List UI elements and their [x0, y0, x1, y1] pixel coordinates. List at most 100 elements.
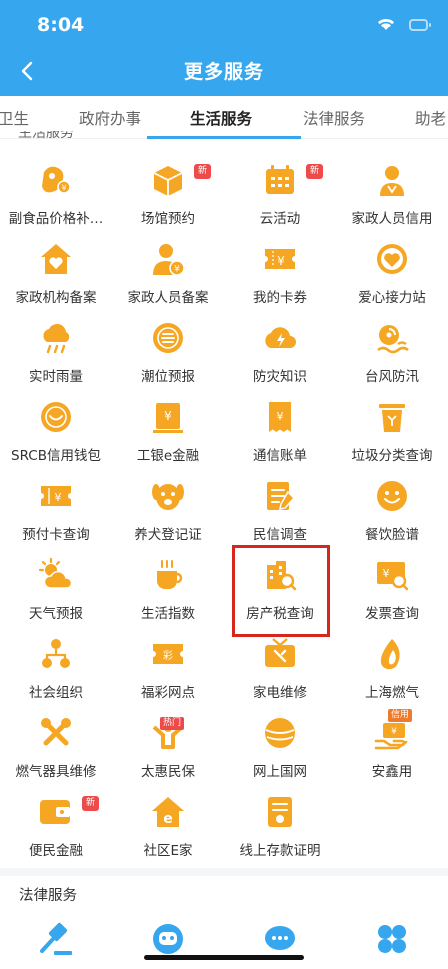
- rainfall-icon: [38, 320, 74, 356]
- convenience-finance-icon: [38, 794, 74, 830]
- service-label: 福彩网点: [141, 685, 195, 701]
- garbage-sorting-icon: [374, 399, 410, 435]
- service-label: 爱心接力站: [358, 290, 426, 306]
- service-item[interactable]: 家政机构备案: [0, 229, 112, 308]
- service-item[interactable]: ¥ 发票查询: [336, 545, 448, 624]
- svg-text:¥: ¥: [383, 567, 390, 580]
- credit-tag: 信用: [388, 709, 413, 722]
- service-item[interactable]: 养犬登记证: [112, 466, 224, 545]
- service-label: 养犬登记证: [134, 527, 202, 543]
- service-label: 上海燃气: [365, 685, 419, 701]
- service-item[interactable]: SRCB信用钱包: [0, 387, 112, 466]
- service-item[interactable]: 新 便民金融: [0, 782, 112, 861]
- service-item[interactable]: 实时雨量: [0, 308, 112, 387]
- tide-forecast-icon: [150, 320, 186, 356]
- service-item[interactable]: 热门 太惠民保: [112, 703, 224, 782]
- home-indicator[interactable]: [144, 955, 304, 960]
- typhoon-icon: [374, 320, 410, 356]
- service-item[interactable]: 民信调查: [224, 466, 336, 545]
- chat-icon[interactable]: [262, 921, 298, 957]
- active-tab-indicator: [147, 136, 301, 139]
- service-item[interactable]: 餐饮脸谱: [336, 466, 448, 545]
- tab-legal-services[interactable]: 法律服务: [303, 107, 365, 129]
- service-item[interactable]: 防灾知识: [224, 308, 336, 387]
- service-label: 防灾知识: [253, 369, 307, 385]
- life-index-icon: [150, 557, 186, 593]
- service-label: 云活动: [259, 211, 301, 227]
- service-item[interactable]: 台风防汛: [336, 308, 448, 387]
- service-item[interactable]: ¥ 家政人员备案: [112, 229, 224, 308]
- tab-health[interactable]: 卫生: [0, 107, 29, 129]
- service-item[interactable]: ¥ 副食品价格补…: [0, 150, 112, 229]
- service-item[interactable]: 网上国网: [224, 703, 336, 782]
- service-label: 线上存款证明: [239, 843, 321, 859]
- service-item[interactable]: ¥ 工银e金融: [112, 387, 224, 466]
- section-title-partial: 生活服务: [18, 131, 88, 141]
- service-label: 垃圾分类查询: [351, 448, 433, 464]
- svg-text:¥: ¥: [61, 184, 66, 193]
- service-label: 家政机构备案: [15, 290, 97, 306]
- page-title: 更多服务: [183, 61, 264, 83]
- venue-booking-icon: [150, 162, 186, 198]
- tab-life-services[interactable]: 生活服务: [190, 107, 252, 129]
- service-label: 场馆预约: [141, 211, 195, 227]
- service-item[interactable]: 爱心接力站: [336, 229, 448, 308]
- icbc-finance-icon: ¥: [150, 399, 186, 435]
- gavel-icon[interactable]: [38, 921, 74, 957]
- disaster-knowledge-icon: [262, 320, 298, 356]
- clover-icon[interactable]: [374, 921, 410, 957]
- service-item[interactable]: 天气预报: [0, 545, 112, 624]
- service-item[interactable]: ¥ 信用 安鑫用: [336, 703, 448, 782]
- battery-icon: [409, 19, 431, 31]
- service-label: 家电维修: [253, 685, 307, 701]
- status-bar: 8:04: [0, 12, 448, 42]
- tab-government[interactable]: 政府办事: [79, 107, 141, 129]
- svg-text:¥: ¥: [174, 265, 180, 275]
- section-divider: [0, 868, 448, 876]
- service-label: 预付卡查询: [22, 527, 90, 543]
- social-org-icon: [38, 636, 74, 672]
- robot-icon[interactable]: [150, 921, 186, 957]
- service-label: 我的卡券: [253, 290, 307, 306]
- survey-icon: [262, 478, 298, 514]
- service-item[interactable]: 潮位预报: [112, 308, 224, 387]
- service-item[interactable]: e 社区E家: [112, 782, 224, 861]
- service-item[interactable]: 社会组织: [0, 624, 112, 703]
- price-subsidy-icon: ¥: [38, 162, 74, 198]
- svg-text:¥: ¥: [164, 409, 172, 423]
- service-label: 天气预报: [29, 606, 83, 622]
- service-item[interactable]: 生活指数: [112, 545, 224, 624]
- service-item[interactable]: 彩 福彩网点: [112, 624, 224, 703]
- service-label: 社会组织: [29, 685, 83, 701]
- new-badge: 新: [306, 164, 324, 179]
- service-label: 副食品价格补…: [8, 211, 104, 227]
- prepaid-card-icon: ¥: [38, 478, 74, 514]
- status-time: 8:04: [37, 14, 85, 36]
- service-item[interactable]: 线上存款证明: [224, 782, 336, 861]
- service-label: 生活指数: [141, 606, 195, 622]
- service-item[interactable]: 家政人员信用: [336, 150, 448, 229]
- service-label: 安鑫用: [371, 764, 413, 780]
- service-label: 实时雨量: [29, 369, 83, 385]
- deposit-proof-icon: [262, 794, 298, 830]
- service-item[interactable]: ¥ 通信账单: [224, 387, 336, 466]
- service-item[interactable]: 垃圾分类查询: [336, 387, 448, 466]
- nav-bar: 更多服务: [0, 52, 448, 92]
- service-item[interactable]: 上海燃气: [336, 624, 448, 703]
- new-badge: 新: [194, 164, 212, 179]
- service-label: 便民金融: [29, 843, 83, 859]
- service-item[interactable]: 新 场馆预约: [112, 150, 224, 229]
- tab-elderly[interactable]: 助老: [415, 107, 446, 129]
- appliance-repair-icon: [262, 636, 298, 672]
- svg-text:¥: ¥: [277, 254, 285, 268]
- service-label: 家政人员信用: [351, 211, 433, 227]
- service-item[interactable]: ¥ 我的卡券: [224, 229, 336, 308]
- community-home-icon: e: [150, 794, 186, 830]
- service-item[interactable]: ¥ 预付卡查询: [0, 466, 112, 545]
- state-grid-icon: [262, 715, 298, 751]
- service-item[interactable]: 新 云活动: [224, 150, 336, 229]
- service-item[interactable]: 燃气器具维修: [0, 703, 112, 782]
- staff-registration-icon: ¥: [150, 241, 186, 277]
- cloud-activity-icon: [262, 162, 298, 198]
- svg-text:e: e: [163, 811, 173, 827]
